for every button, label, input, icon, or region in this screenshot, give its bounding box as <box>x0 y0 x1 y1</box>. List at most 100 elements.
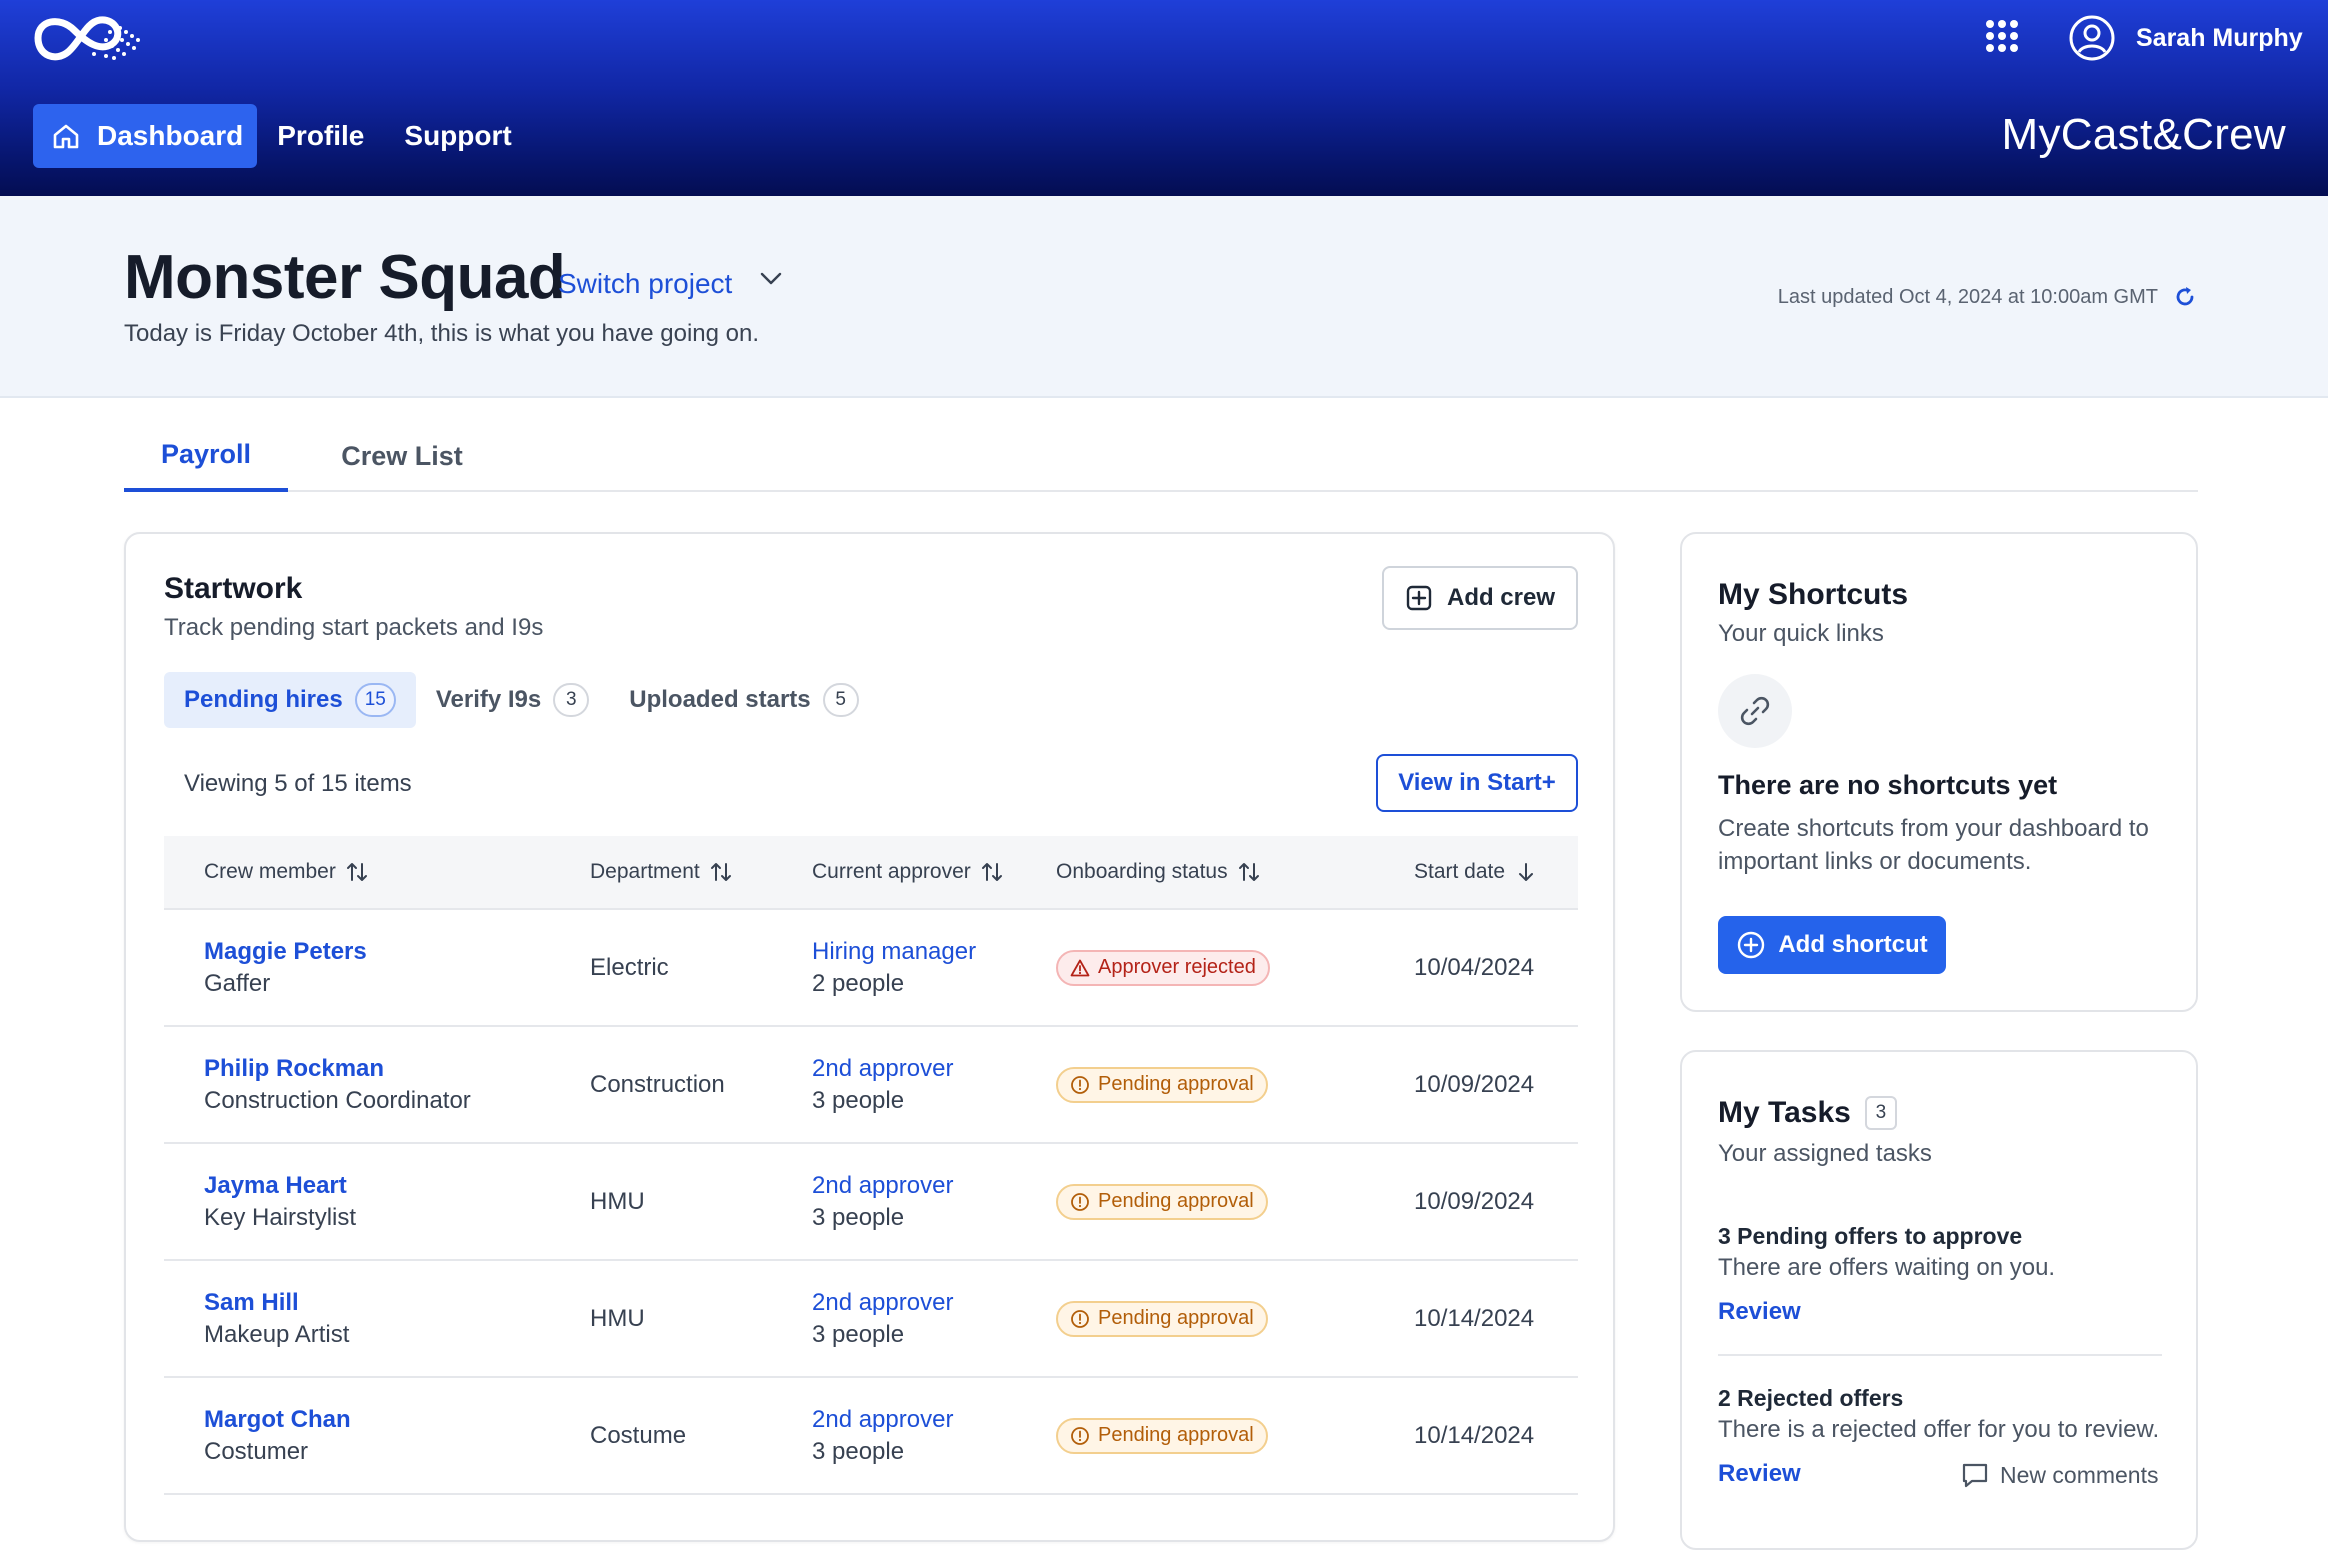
tab-crew-list[interactable]: Crew List <box>330 420 474 492</box>
crew-member-name[interactable]: Margot Chan <box>204 1404 584 1436</box>
add-shortcut-label: Add shortcut <box>1778 931 1928 958</box>
top-bar: Sarah Murphy Dashboard Profile Support M… <box>0 0 2328 196</box>
last-updated: Last updated Oct 4, 2024 at 10:00am GMT <box>1778 284 2198 310</box>
table-row: Maggie Peters Gaffer Electric Hiring man… <box>164 910 1578 1027</box>
nav-dashboard[interactable]: Dashboard <box>33 104 258 168</box>
status-cell: Pending approval <box>1056 1066 1396 1103</box>
sort-icon <box>710 863 731 881</box>
start-date-cell: 10/09/2024 <box>1414 1070 1535 1098</box>
approver-people: 3 people <box>812 1086 905 1114</box>
project-title: Monster Squad <box>124 243 566 312</box>
subtab-count: 3 <box>553 683 590 717</box>
tab-payroll[interactable]: Payroll <box>124 420 288 492</box>
subtab-label: Pending hires <box>184 686 343 713</box>
sort-icon <box>1238 863 1259 881</box>
crew-member-name[interactable]: Maggie Peters <box>204 936 584 968</box>
approver-link[interactable]: 2nd approver <box>812 1287 1052 1319</box>
refresh-icon[interactable] <box>2172 284 2198 310</box>
approver-cell: 2nd approver 3 people <box>812 1404 1052 1468</box>
crew-member-role: Construction Coordinator <box>204 1086 471 1114</box>
crew-member-cell: Sam Hill Makeup Artist <box>204 1287 584 1351</box>
task-item: 3 Pending offers to approve There are of… <box>1718 1220 2162 1328</box>
crew-member-cell: Maggie Peters Gaffer <box>204 936 584 1000</box>
start-date-cell: 10/04/2024 <box>1414 953 1535 981</box>
column-label: Crew member <box>204 860 336 883</box>
approver-link[interactable]: Hiring manager <box>812 936 1052 968</box>
subtab-pending-hires[interactable]: Pending hires 15 <box>164 672 416 728</box>
status-label: Pending approval <box>1098 1424 1254 1446</box>
startwork-title: Startwork <box>164 572 303 605</box>
user-menu[interactable]: Sarah Murphy <box>2068 14 2303 62</box>
column-label: Department <box>590 860 700 883</box>
crew-member-name[interactable]: Jayma Heart <box>204 1170 584 1202</box>
link-icon <box>1740 696 1770 726</box>
task-divider <box>1718 1354 2162 1356</box>
viewing-count: Viewing 5 of 15 items <box>184 770 412 797</box>
approver-link[interactable]: 2nd approver <box>812 1404 1052 1436</box>
tasks-count: 3 <box>1864 1096 1897 1130</box>
crew-member-role: Gaffer <box>204 969 271 997</box>
table-row: Philip Rockman Construction Coordinator … <box>164 1027 1578 1144</box>
sort-icon <box>346 863 367 881</box>
switch-project-link[interactable]: Switch project <box>558 268 732 300</box>
view-in-start-button[interactable]: View in Start+ <box>1376 754 1578 812</box>
alert-circle-icon <box>1071 1309 1089 1328</box>
subtab-verify-i9s[interactable]: Verify I9s 3 <box>416 672 609 728</box>
column-label: Start date <box>1414 860 1506 883</box>
new-comments-label: New comments <box>2000 1461 2159 1488</box>
approver-people: 2 people <box>812 969 905 997</box>
column-crew-member[interactable]: Crew member <box>204 860 584 884</box>
department-cell: Construction <box>590 1070 725 1098</box>
startwork-card: Startwork Track pending start packets an… <box>124 532 1615 1542</box>
status-cell: Pending approval <box>1056 1300 1396 1337</box>
task-item: 2 Rejected offers There is a rejected of… <box>1718 1382 2162 1490</box>
crew-member-name[interactable]: Sam Hill <box>204 1287 584 1319</box>
new-comments[interactable]: New comments <box>1960 1460 2158 1490</box>
subtab-count: 15 <box>354 683 396 717</box>
alert-circle-icon <box>1071 1426 1089 1445</box>
crew-member-name[interactable]: Philip Rockman <box>204 1053 584 1085</box>
status-badge: Pending approval <box>1056 1300 1268 1337</box>
apps-grid-icon[interactable] <box>1986 20 2018 52</box>
arrow-down-icon <box>1519 863 1534 881</box>
department-cell: Costume <box>590 1421 687 1449</box>
home-icon <box>53 124 79 149</box>
column-department[interactable]: Department <box>590 860 800 884</box>
nav-profile[interactable]: Profile <box>257 104 384 168</box>
column-label: Current approver <box>812 860 971 883</box>
nav-support[interactable]: Support <box>384 104 531 168</box>
comment-icon <box>1962 1463 1988 1488</box>
approver-link[interactable]: 2nd approver <box>812 1170 1052 1202</box>
add-crew-label: Add crew <box>1446 584 1556 611</box>
subtab-uploaded-starts[interactable]: Uploaded starts 5 <box>609 672 878 728</box>
logo-icon[interactable] <box>30 8 154 68</box>
add-crew-button[interactable]: Add crew <box>1382 566 1578 630</box>
shortcuts-card: My Shortcuts Your quick links There are … <box>1680 532 2198 1012</box>
crew-member-role: Makeup Artist <box>204 1320 350 1348</box>
sort-icon <box>981 863 1002 881</box>
plus-circle-icon <box>1738 931 1765 959</box>
table-row: Sam Hill Makeup Artist HMU 2nd approver … <box>164 1261 1578 1378</box>
subtab-label: Uploaded starts <box>629 686 811 713</box>
user-avatar-icon <box>2069 15 2115 61</box>
chevron-down-icon[interactable] <box>758 266 784 292</box>
column-onboarding-status[interactable]: Onboarding status <box>1056 860 1396 884</box>
main-nav: Dashboard Profile Support <box>33 104 532 168</box>
column-current-approver[interactable]: Current approver <box>812 860 1052 884</box>
column-start-date[interactable]: Start date <box>1414 860 1574 884</box>
approver-link[interactable]: 2nd approver <box>812 1053 1052 1085</box>
status-label: Pending approval <box>1098 1307 1254 1329</box>
crew-member-cell: Margot Chan Costumer <box>204 1404 584 1468</box>
task-review-link[interactable]: Review <box>1718 1296 2162 1328</box>
status-label: Pending approval <box>1098 1073 1254 1095</box>
add-shortcut-button[interactable]: Add shortcut <box>1718 916 1946 974</box>
column-label: Onboarding status <box>1056 860 1228 883</box>
approver-people: 3 people <box>812 1203 905 1231</box>
task-title: 3 Pending offers to approve <box>1718 1223 2023 1249</box>
nav-dashboard-label: Dashboard <box>97 120 244 151</box>
crew-member-role: Key Hairstylist <box>204 1203 357 1231</box>
tasks-card: My Tasks 3 Your assigned tasks 3 Pending… <box>1680 1050 2198 1550</box>
table-row: Jayma Heart Key Hairstylist HMU 2nd appr… <box>164 1144 1578 1261</box>
status-label: Approver rejected <box>1098 956 1256 978</box>
department-cell: HMU <box>590 1187 645 1215</box>
